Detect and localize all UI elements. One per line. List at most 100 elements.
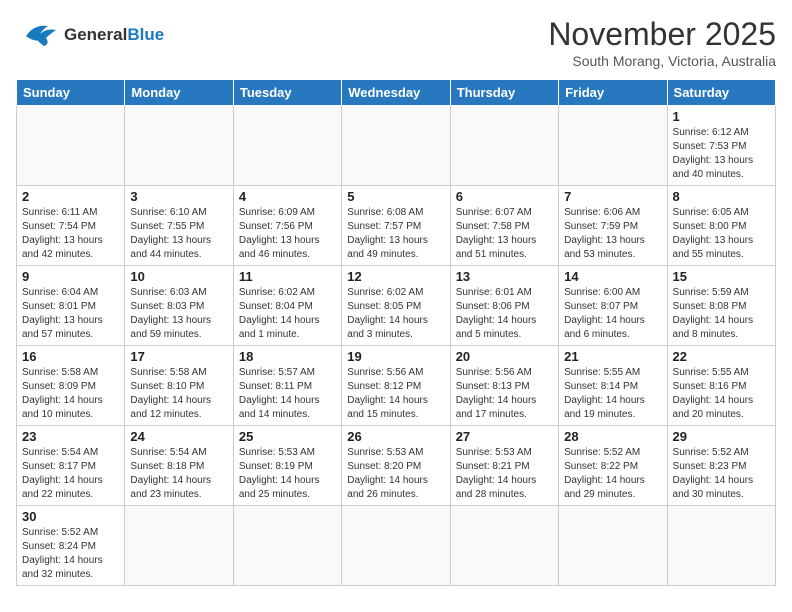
day-number: 9 xyxy=(22,269,119,284)
calendar-cell xyxy=(125,106,233,186)
day-info: Sunrise: 6:02 AM Sunset: 8:04 PM Dayligh… xyxy=(239,286,336,342)
weekday-header-sunday: Sunday xyxy=(17,80,125,106)
day-info: Sunrise: 6:05 AM Sunset: 8:00 PM Dayligh… xyxy=(673,206,770,262)
calendar-cell: 23 Sunrise: 5:54 AM Sunset: 8:17 PM Dayli… xyxy=(17,426,125,506)
day-number: 16 xyxy=(22,349,119,364)
day-info: Sunrise: 6:11 AM Sunset: 7:54 PM Dayligh… xyxy=(22,206,119,262)
day-number: 23 xyxy=(22,429,119,444)
calendar-week-5: 30 Sunrise: 5:52 AM Sunset: 8:24 PM Dayli… xyxy=(17,506,776,586)
day-number: 11 xyxy=(239,269,336,284)
calendar-cell: 15 Sunrise: 5:59 AM Sunset: 8:08 PM Dayli… xyxy=(667,266,775,346)
day-number: 13 xyxy=(456,269,553,284)
calendar-cell: 14Sunrise: 6:00 AM Sunset: 8:07 PM Dayli… xyxy=(559,266,667,346)
calendar-cell: 11 Sunrise: 6:02 AM Sunset: 8:04 PM Dayli… xyxy=(233,266,341,346)
day-number: 3 xyxy=(130,189,227,204)
calendar-cell: 19 Sunrise: 5:56 AM Sunset: 8:12 PM Dayli… xyxy=(342,346,450,426)
day-number: 15 xyxy=(673,269,770,284)
day-number: 19 xyxy=(347,349,444,364)
day-number: 8 xyxy=(673,189,770,204)
day-info: Sunrise: 6:04 AM Sunset: 8:01 PM Dayligh… xyxy=(22,286,119,342)
calendar-week-0: 1 Sunrise: 6:12 AM Sunset: 7:53 PM Daylig… xyxy=(17,106,776,186)
day-info: Sunrise: 5:56 AM Sunset: 8:13 PM Dayligh… xyxy=(456,366,553,422)
calendar-week-2: 9 Sunrise: 6:04 AM Sunset: 8:01 PM Daylig… xyxy=(17,266,776,346)
calendar-cell: 30 Sunrise: 5:52 AM Sunset: 8:24 PM Dayli… xyxy=(17,506,125,586)
day-info: Sunrise: 5:53 AM Sunset: 8:20 PM Dayligh… xyxy=(347,446,444,502)
logo-icon xyxy=(16,16,60,54)
day-info: Sunrise: 5:55 AM Sunset: 8:16 PM Dayligh… xyxy=(673,366,770,422)
day-info: Sunrise: 5:52 AM Sunset: 8:23 PM Dayligh… xyxy=(673,446,770,502)
day-number: 21 xyxy=(564,349,661,364)
calendar-cell: 1 Sunrise: 6:12 AM Sunset: 7:53 PM Daylig… xyxy=(667,106,775,186)
day-info: Sunrise: 5:58 AM Sunset: 8:10 PM Dayligh… xyxy=(130,366,227,422)
weekday-header-friday: Friday xyxy=(559,80,667,106)
calendar-cell xyxy=(342,506,450,586)
calendar-cell: 18 Sunrise: 5:57 AM Sunset: 8:11 PM Dayli… xyxy=(233,346,341,426)
calendar-cell: 28 Sunrise: 5:52 AM Sunset: 8:22 PM Dayli… xyxy=(559,426,667,506)
calendar-table: SundayMondayTuesdayWednesdayThursdayFrid… xyxy=(16,79,776,586)
day-number: 20 xyxy=(456,349,553,364)
day-number: 5 xyxy=(347,189,444,204)
calendar-cell: 27 Sunrise: 5:53 AM Sunset: 8:21 PM Dayli… xyxy=(450,426,558,506)
day-number: 10 xyxy=(130,269,227,284)
calendar-cell: 2 Sunrise: 6:11 AM Sunset: 7:54 PM Daylig… xyxy=(17,186,125,266)
calendar-header-row: SundayMondayTuesdayWednesdayThursdayFrid… xyxy=(17,80,776,106)
weekday-header-monday: Monday xyxy=(125,80,233,106)
day-info: Sunrise: 5:52 AM Sunset: 8:24 PM Dayligh… xyxy=(22,526,119,582)
day-info: Sunrise: 5:59 AM Sunset: 8:08 PM Dayligh… xyxy=(673,286,770,342)
calendar-cell: 7Sunrise: 6:06 AM Sunset: 7:59 PM Daylig… xyxy=(559,186,667,266)
calendar-cell xyxy=(559,506,667,586)
calendar-week-4: 23 Sunrise: 5:54 AM Sunset: 8:17 PM Dayli… xyxy=(17,426,776,506)
calendar-cell xyxy=(450,106,558,186)
calendar-cell: 29 Sunrise: 5:52 AM Sunset: 8:23 PM Dayli… xyxy=(667,426,775,506)
day-number: 1 xyxy=(673,109,770,124)
calendar-cell xyxy=(667,506,775,586)
day-number: 24 xyxy=(130,429,227,444)
day-info: Sunrise: 6:02 AM Sunset: 8:05 PM Dayligh… xyxy=(347,286,444,342)
day-number: 22 xyxy=(673,349,770,364)
day-info: Sunrise: 5:54 AM Sunset: 8:17 PM Dayligh… xyxy=(22,446,119,502)
day-info: Sunrise: 5:57 AM Sunset: 8:11 PM Dayligh… xyxy=(239,366,336,422)
day-number: 30 xyxy=(22,509,119,524)
day-number: 2 xyxy=(22,189,119,204)
month-title: November 2025 xyxy=(548,16,776,53)
calendar-cell: 4Sunrise: 6:09 AM Sunset: 7:56 PM Daylig… xyxy=(233,186,341,266)
day-info: Sunrise: 6:03 AM Sunset: 8:03 PM Dayligh… xyxy=(130,286,227,342)
day-number: 12 xyxy=(347,269,444,284)
day-info: Sunrise: 6:08 AM Sunset: 7:57 PM Dayligh… xyxy=(347,206,444,262)
day-info: Sunrise: 6:07 AM Sunset: 7:58 PM Dayligh… xyxy=(456,206,553,262)
location-subtitle: South Morang, Victoria, Australia xyxy=(548,53,776,69)
weekday-header-tuesday: Tuesday xyxy=(233,80,341,106)
day-info: Sunrise: 6:00 AM Sunset: 8:07 PM Dayligh… xyxy=(564,286,661,342)
day-number: 6 xyxy=(456,189,553,204)
calendar-cell xyxy=(342,106,450,186)
calendar-cell xyxy=(233,106,341,186)
day-number: 27 xyxy=(456,429,553,444)
calendar-cell: 8 Sunrise: 6:05 AM Sunset: 8:00 PM Daylig… xyxy=(667,186,775,266)
day-info: Sunrise: 6:12 AM Sunset: 7:53 PM Dayligh… xyxy=(673,126,770,182)
day-info: Sunrise: 5:52 AM Sunset: 8:22 PM Dayligh… xyxy=(564,446,661,502)
calendar-cell: 20 Sunrise: 5:56 AM Sunset: 8:13 PM Dayli… xyxy=(450,346,558,426)
day-info: Sunrise: 5:53 AM Sunset: 8:21 PM Dayligh… xyxy=(456,446,553,502)
day-info: Sunrise: 6:09 AM Sunset: 7:56 PM Dayligh… xyxy=(239,206,336,262)
weekday-header-saturday: Saturday xyxy=(667,80,775,106)
day-info: Sunrise: 5:53 AM Sunset: 8:19 PM Dayligh… xyxy=(239,446,336,502)
logo-blue: Blue xyxy=(127,25,164,44)
title-block: November 2025 South Morang, Victoria, Au… xyxy=(548,16,776,69)
calendar-week-3: 16Sunrise: 5:58 AM Sunset: 8:09 PM Dayli… xyxy=(17,346,776,426)
day-number: 29 xyxy=(673,429,770,444)
calendar-cell: 5 Sunrise: 6:08 AM Sunset: 7:57 PM Daylig… xyxy=(342,186,450,266)
calendar-cell: 6 Sunrise: 6:07 AM Sunset: 7:58 PM Daylig… xyxy=(450,186,558,266)
day-info: Sunrise: 6:10 AM Sunset: 7:55 PM Dayligh… xyxy=(130,206,227,262)
day-number: 28 xyxy=(564,429,661,444)
day-number: 18 xyxy=(239,349,336,364)
day-info: Sunrise: 6:06 AM Sunset: 7:59 PM Dayligh… xyxy=(564,206,661,262)
calendar-body: 1 Sunrise: 6:12 AM Sunset: 7:53 PM Daylig… xyxy=(17,106,776,586)
calendar-cell: 13 Sunrise: 6:01 AM Sunset: 8:06 PM Dayli… xyxy=(450,266,558,346)
day-info: Sunrise: 5:55 AM Sunset: 8:14 PM Dayligh… xyxy=(564,366,661,422)
day-info: Sunrise: 6:01 AM Sunset: 8:06 PM Dayligh… xyxy=(456,286,553,342)
day-info: Sunrise: 5:56 AM Sunset: 8:12 PM Dayligh… xyxy=(347,366,444,422)
calendar-cell: 24Sunrise: 5:54 AM Sunset: 8:18 PM Dayli… xyxy=(125,426,233,506)
day-number: 25 xyxy=(239,429,336,444)
weekday-header-thursday: Thursday xyxy=(450,80,558,106)
calendar-cell xyxy=(17,106,125,186)
